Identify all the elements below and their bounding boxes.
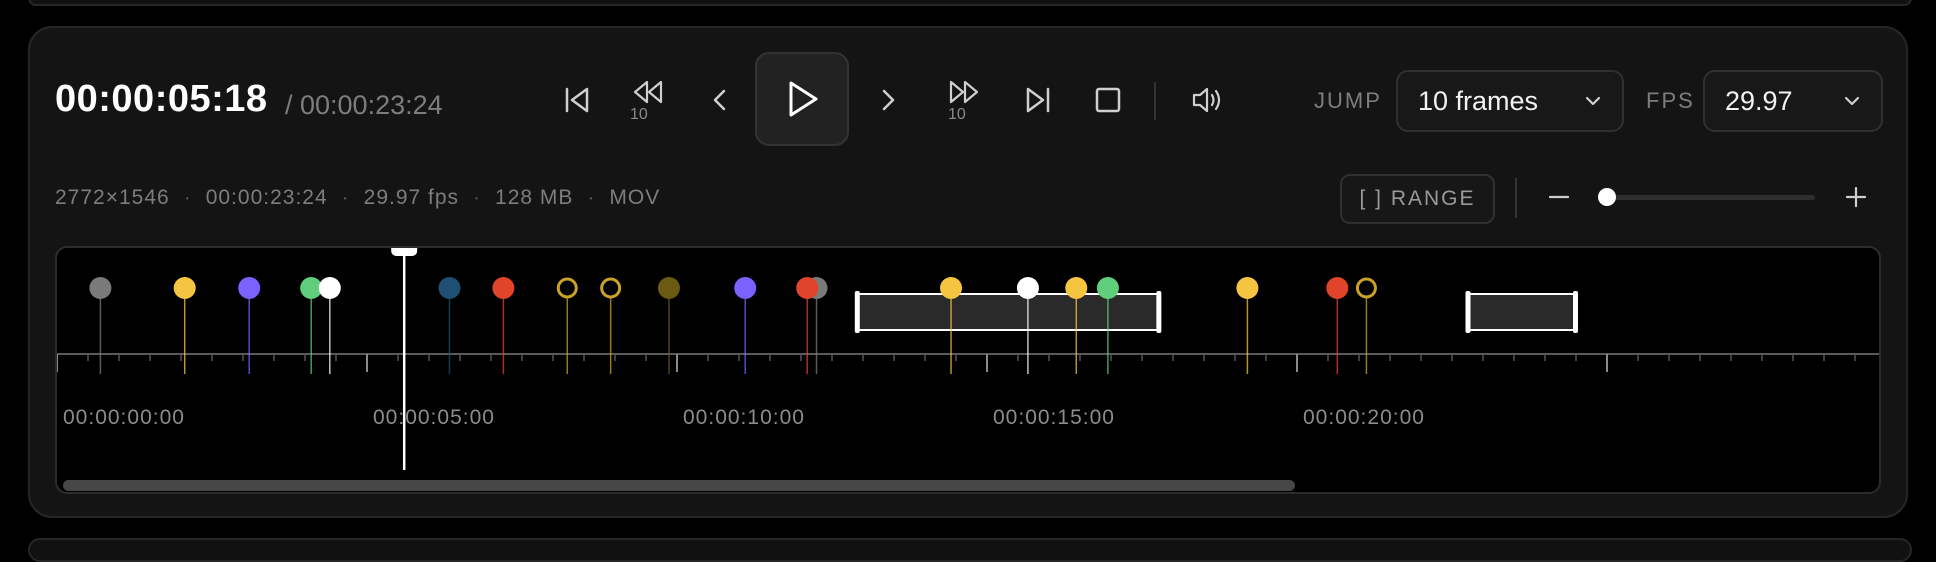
fps-select[interactable]: 29.97 [1703, 70, 1883, 132]
divider [1154, 82, 1156, 120]
media-resolution: 2772×1546 [55, 186, 170, 209]
rewind-icon [633, 80, 663, 104]
play-button[interactable] [755, 52, 849, 146]
marker-dot[interactable] [1096, 277, 1119, 299]
ruler-tick-label: 00:00:05:00 [373, 406, 495, 429]
skip-to-start-button[interactable] [555, 78, 599, 122]
timeline-scrollbar-thumb[interactable] [63, 480, 1295, 491]
marker-dot[interactable] [238, 277, 261, 299]
stop-icon [1095, 87, 1121, 113]
skip-to-end-button[interactable] [1016, 78, 1060, 122]
marker-dot[interactable] [173, 277, 196, 299]
separator-dot: · [587, 186, 596, 209]
next-frame-button[interactable] [870, 82, 906, 118]
timeline-track[interactable]: 00:00:00:00 00:00:05:00 00:00:10:00 00:00:1… [55, 246, 1881, 494]
marker-dot[interactable] [796, 277, 819, 299]
ruler-tick-label: 00:00:20:00 [1303, 406, 1425, 429]
ruler-tick-label: 00:00:15:00 [993, 406, 1115, 429]
skip-to-end-icon [1026, 87, 1050, 113]
range-handle-end [1573, 291, 1578, 333]
timeline-canvas[interactable]: 00:00:00:00 00:00:05:00 00:00:10:00 00:00:1… [57, 248, 1879, 492]
minus-icon [1548, 195, 1570, 199]
ruler-tick-label: 00:00:10:00 [683, 406, 805, 429]
chevron-right-icon [882, 89, 895, 111]
fast-forward-icon [949, 80, 979, 104]
jump-select-value: 10 frames [1418, 85, 1539, 116]
current-timecode: 00:00:05:18 [55, 78, 268, 120]
marker-ring[interactable] [1355, 277, 1377, 299]
marker-dot[interactable] [1326, 277, 1349, 299]
chevron-left-icon [713, 89, 726, 111]
divider [1515, 178, 1517, 218]
total-timecode: / 00:00:23:24 [285, 90, 443, 120]
media-format: MOV [609, 186, 661, 209]
plus-icon [1845, 186, 1867, 208]
playhead-handle[interactable] [391, 248, 418, 256]
video-player-panel: 00:00:05:18 / 00:00:23:24 10 10 JUMP 10 … [28, 26, 1908, 518]
skip-to-start-icon [565, 87, 589, 113]
marker-dot[interactable] [734, 277, 757, 299]
chevron-down-icon [1585, 96, 1601, 106]
zoom-out-button[interactable] [1544, 180, 1574, 214]
previous-panel-edge [28, 0, 1912, 6]
marker-dot[interactable] [438, 277, 461, 299]
range-clip[interactable] [1466, 293, 1577, 331]
separator-dot: · [341, 186, 350, 209]
marker-ring[interactable] [556, 277, 578, 299]
media-info: 2772×1546 · 00:00:23:24 · 29.97 fps · 128 MB · M… [55, 186, 660, 210]
zoom-slider-handle[interactable] [1598, 188, 1616, 206]
jump-select[interactable]: 10 frames [1396, 70, 1624, 132]
next-panel-edge [28, 538, 1912, 562]
range-handle-start [854, 291, 860, 333]
marker-ring[interactable] [600, 277, 622, 299]
media-duration: 00:00:23:24 [205, 186, 328, 209]
range-button[interactable]: [ ] RANGE [1340, 174, 1495, 224]
marker-dot[interactable] [492, 277, 515, 299]
ruler-tick-label: 00:00:00:00 [63, 406, 185, 429]
volume-button[interactable] [1186, 80, 1230, 120]
marker-dot[interactable] [657, 277, 680, 299]
media-size: 128 MB [495, 186, 574, 209]
play-icon [789, 81, 818, 117]
previous-frame-button[interactable] [702, 82, 738, 118]
speaker-icon [1192, 87, 1221, 113]
rewind-count: 10 [630, 106, 648, 123]
media-framerate: 29.97 fps [363, 186, 460, 209]
marker-dot[interactable] [1065, 277, 1088, 299]
chevron-down-icon [1844, 96, 1860, 106]
marker-dot[interactable] [1236, 277, 1259, 299]
stop-button[interactable] [1088, 80, 1128, 120]
fps-label: FPS [1646, 88, 1695, 113]
marker-dot[interactable] [318, 277, 341, 299]
forward-count: 10 [948, 106, 966, 123]
range-handle-start [1465, 291, 1471, 333]
fps-select-value: 29.97 [1725, 85, 1793, 116]
zoom-in-button[interactable] [1841, 180, 1871, 214]
marker-dot[interactable] [89, 277, 112, 299]
zoom-slider-track[interactable] [1605, 195, 1815, 200]
range-clip[interactable] [855, 293, 1161, 331]
jump-label: JUMP [1314, 88, 1382, 113]
range-handle-end [1156, 291, 1162, 333]
marker-dot[interactable] [940, 277, 963, 299]
separator-dot: · [183, 186, 192, 209]
marker-dot[interactable] [1016, 277, 1039, 299]
separator-dot: · [473, 186, 482, 209]
